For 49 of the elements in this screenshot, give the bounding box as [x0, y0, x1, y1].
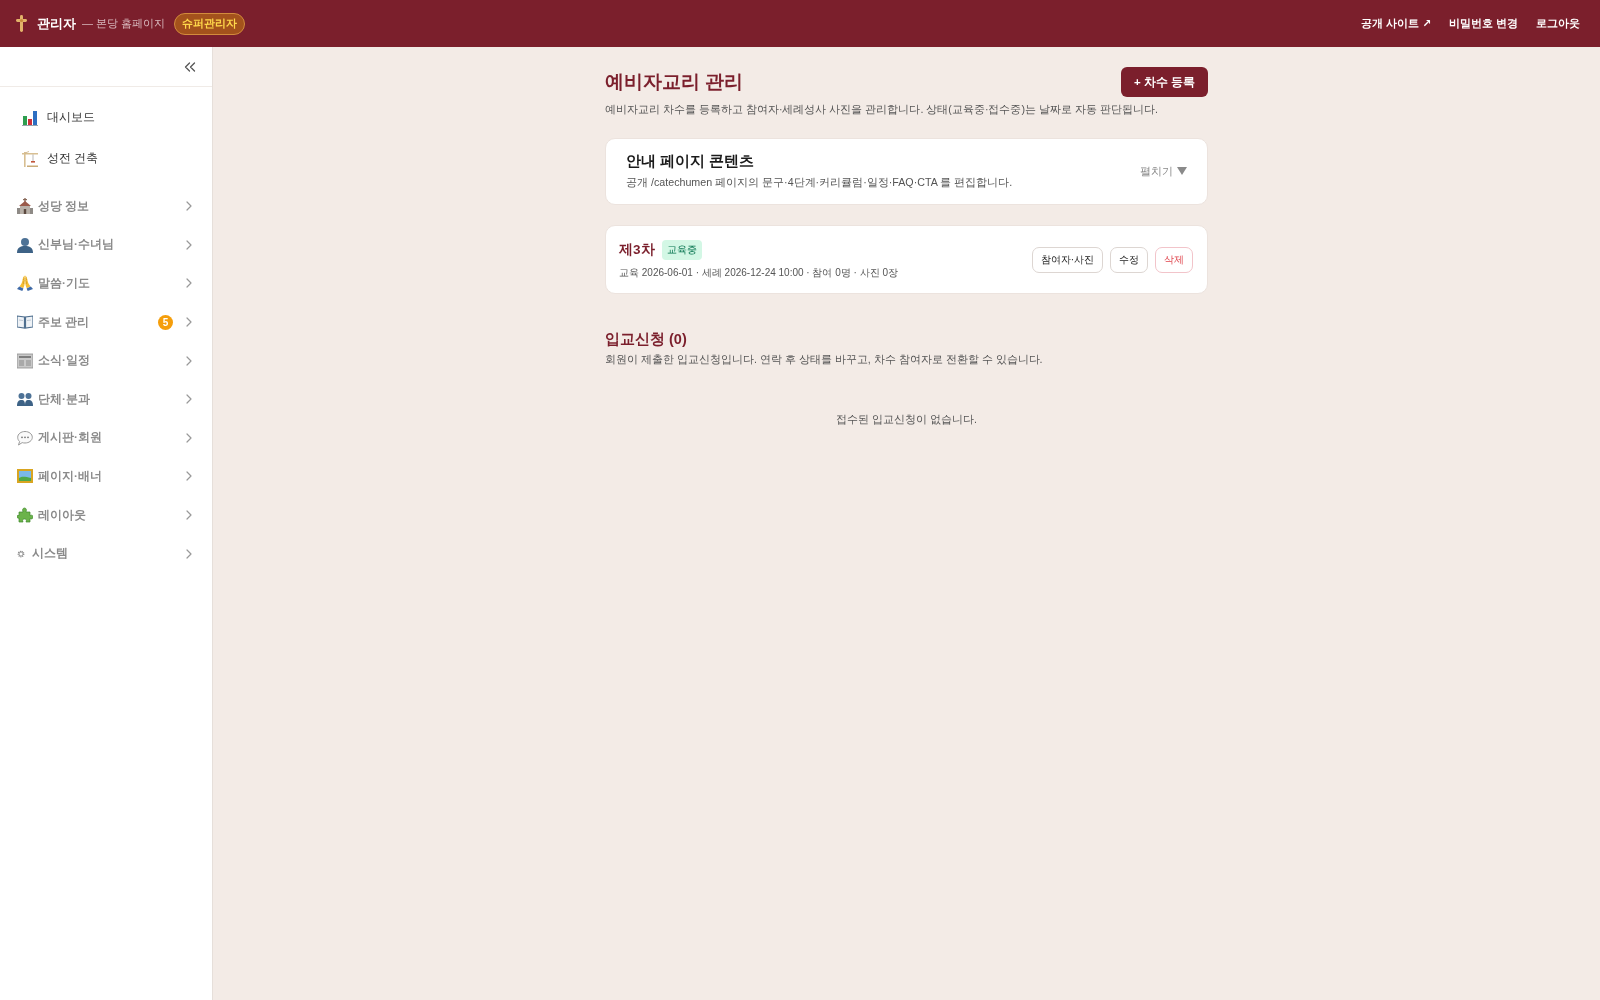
action-button[interactable]: 참여자·사진	[1031, 247, 1103, 273]
sidebar-item[interactable]: 말씀·기도	[0, 264, 212, 303]
double-chevron-icon	[184, 61, 196, 72]
app-title: 관리자	[37, 14, 76, 33]
cross-icon	[16, 15, 27, 32]
status-badge: 교육중	[661, 240, 702, 260]
delete-button[interactable]: 삭제	[1155, 247, 1193, 273]
praying-hands-icon	[17, 275, 33, 292]
sidebar-item[interactable]: 시스템	[0, 534, 212, 573]
action-button[interactable]: 수정	[1110, 247, 1148, 273]
puzzle-icon	[17, 507, 33, 524]
sidebar-item[interactable]: 게시판·회원	[0, 418, 212, 458]
crane-icon	[22, 150, 38, 167]
book-icon	[17, 314, 33, 331]
chart-icon	[22, 109, 38, 126]
role-badge: 슈퍼관리자	[174, 12, 246, 35]
people-icon	[17, 391, 33, 408]
sidebar-item[interactable]: 주보 관리 5	[0, 302, 212, 342]
expand-toggle[interactable]: 펼치기	[1140, 161, 1187, 181]
sidebar-item[interactable]: 신부님·수녀님	[0, 225, 212, 265]
section-description: 회원이 제출한 입교신청입니다. 연락 후 상태를 바꾸고, 차수 참여자로 전환할 수 있습니다.	[605, 353, 1044, 367]
cohort-meta: 교육 2026-06-01 · 세례 2026-12-24 10:00 · 참여 0명 · 사진 0장	[619, 266, 898, 280]
newspaper-icon	[17, 352, 33, 369]
sidebar-item[interactable]: 소식·일정	[0, 341, 212, 380]
church-icon	[17, 198, 33, 215]
page-description: 예비자교리 차수를 등록하고 참여자·세례성사 사진을 관리합니다. 상태(교육중·접수중)는 날짜로 자동 판단됩니다.	[605, 103, 1159, 117]
nav-link[interactable]: 공개 사이트 ↗	[1361, 16, 1432, 31]
add-cohort-button[interactable]: + 차수 등록	[1120, 67, 1208, 97]
panel-description: 공개 /catechumen 페이지의 문구·4단계·커리큘럼·일정·FAQ·CTA 를 편집합니다.	[626, 176, 1013, 190]
sidebar-item[interactable]: 단체·분과	[0, 379, 212, 419]
cohort-title: 제3차	[619, 241, 655, 259]
empty-message: 접수된 입교신청이 없습니다.	[835, 413, 978, 427]
page-title: 예비자교리 관리	[605, 70, 744, 94]
collapse-button[interactable]	[182, 59, 198, 74]
sidebar-item[interactable]: 성전 건축	[0, 138, 212, 179]
sidebar-item[interactable]: 페이지·배너	[0, 457, 212, 496]
count-badge: 5	[158, 314, 173, 330]
speech-bubble-icon	[17, 429, 33, 446]
gear-icon	[17, 549, 25, 558]
section-title: 입교신청 (0)	[605, 330, 688, 349]
picture-icon	[17, 468, 33, 485]
panel-title: 안내 페이지 콘텐츠	[626, 152, 756, 171]
nav-link[interactable]: 로그아웃	[1536, 16, 1580, 31]
sidebar-item[interactable]: 성당 정보	[0, 187, 212, 226]
sidebar-item[interactable]: 레이아웃	[0, 495, 212, 535]
nav-link[interactable]: 비밀번호 변경	[1449, 16, 1518, 31]
site-subtitle: — 본당 홈페이지	[82, 16, 166, 31]
sidebar-item[interactable]: 대시보드	[0, 97, 212, 138]
person-icon	[17, 236, 33, 253]
